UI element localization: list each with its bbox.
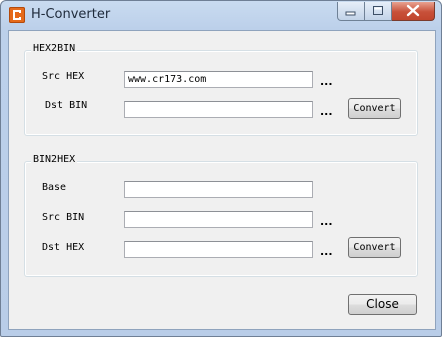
base-label: Base	[42, 182, 67, 193]
caption-buttons	[337, 2, 435, 22]
minimize-icon	[345, 11, 356, 16]
dst-hex-browse-button[interactable]: ...	[320, 245, 333, 258]
dst-hex-input[interactable]	[124, 241, 313, 258]
dst-bin-input[interactable]	[124, 101, 313, 118]
window-title: H-Converter	[31, 7, 111, 22]
bin2hex-convert-button[interactable]: Convert	[348, 237, 401, 258]
hex2bin-group: HEX2BIN	[24, 43, 418, 136]
dst-bin-browse-button[interactable]: ...	[320, 105, 333, 118]
window-close-button[interactable]	[392, 2, 435, 21]
src-bin-input[interactable]	[124, 211, 313, 228]
close-icon	[406, 4, 420, 17]
minimize-button[interactable]	[337, 2, 365, 21]
hex2bin-convert-button[interactable]: Convert	[348, 98, 401, 119]
bin2hex-legend: BIN2HEX	[31, 154, 78, 165]
app-window: H-Converter HEX2BIN Src HEX www.cr173.co…	[0, 0, 442, 337]
dst-bin-label: Dst BIN	[45, 100, 88, 111]
close-button[interactable]: Close	[348, 294, 417, 315]
app-icon	[9, 7, 25, 23]
src-hex-input[interactable]: www.cr173.com	[124, 71, 313, 88]
title-bar[interactable]: H-Converter	[1, 1, 441, 30]
maximize-button[interactable]	[365, 2, 392, 21]
src-bin-label: Src BIN	[42, 212, 85, 223]
hex2bin-legend: HEX2BIN	[31, 43, 78, 54]
dst-hex-label: Dst HEX	[42, 242, 85, 253]
src-hex-browse-button[interactable]: ...	[320, 75, 333, 88]
src-hex-label: Src HEX	[42, 71, 85, 82]
base-input[interactable]	[124, 181, 313, 198]
client-area: HEX2BIN Src HEX www.cr173.com ... Dst BI…	[8, 30, 436, 330]
src-bin-browse-button[interactable]: ...	[320, 215, 333, 228]
maximize-icon	[373, 6, 383, 15]
